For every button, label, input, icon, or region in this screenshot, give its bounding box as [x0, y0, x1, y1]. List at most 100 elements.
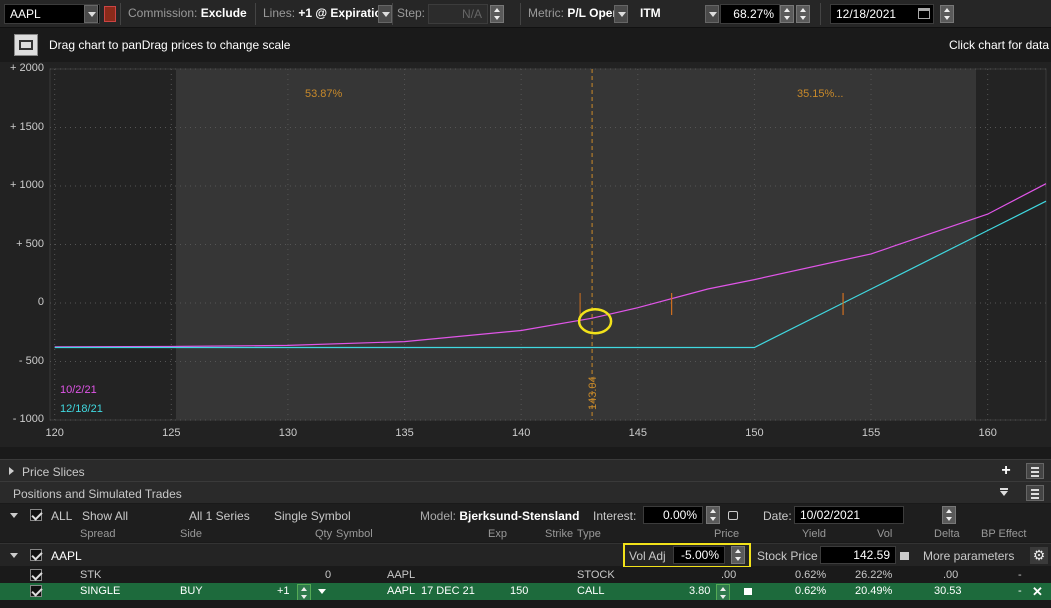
cell-side[interactable]: BUY — [180, 585, 203, 597]
current-price-label: 143.04 — [587, 376, 599, 410]
itm-dropdown-icon[interactable] — [705, 5, 719, 23]
table-row[interactable]: STK 0 AAPL STOCK .00 0.62% 26.22% .00 - — [0, 567, 1051, 583]
step-value: N/A — [461, 7, 482, 21]
unlock-icon[interactable] — [728, 511, 738, 520]
cell-price[interactable]: .00 — [721, 569, 736, 581]
row-checkbox[interactable] — [30, 569, 42, 581]
group-checkbox[interactable] — [30, 549, 42, 561]
col-bp-effect[interactable]: BP Effect — [981, 528, 1026, 540]
cell-price[interactable]: 3.80 — [689, 585, 710, 597]
add-icon[interactable]: + — [998, 463, 1014, 479]
x-tick-label: 145 — [628, 427, 647, 439]
step-field[interactable]: N/A — [428, 4, 488, 24]
commission-control[interactable]: Commission: Exclude — [128, 6, 247, 20]
interest-spinner-icon[interactable] — [706, 506, 720, 524]
group-symbol: AAPL — [51, 549, 82, 563]
cell-exp[interactable]: 17 DEC 21 — [421, 585, 475, 597]
toolbar: AAPL Commission: Exclude Lines: +1 @ Exp… — [0, 0, 1051, 28]
col-exp[interactable]: Exp — [488, 528, 507, 540]
qty-dropdown-icon[interactable] — [318, 589, 326, 594]
lock-icon[interactable] — [744, 588, 752, 595]
step-spinner-icon[interactable] — [490, 5, 504, 23]
gear-icon[interactable]: ⚙ — [1030, 547, 1048, 564]
x-tick-label: 140 — [511, 427, 531, 439]
panel-menu-icon[interactable] — [1026, 485, 1044, 501]
risk-profile-chart[interactable]: 53.87% 35.15%... 143.04 10/2/21 12/18/21 — [0, 62, 1051, 447]
x-tick-label: 135 — [395, 427, 414, 439]
model-control[interactable]: Model: Bjerksund-Stensland — [420, 509, 579, 523]
itm-up-icon[interactable] — [780, 5, 794, 23]
collapse-all-icon[interactable] — [10, 513, 18, 518]
date-spinner-icon[interactable] — [940, 5, 954, 23]
y-tick-label: - 1000 — [12, 413, 44, 425]
series-filter[interactable]: All 1 Series — [189, 509, 250, 523]
x-tick-label: 160 — [978, 427, 997, 439]
itm-value: 68.27% — [733, 7, 774, 21]
col-yield[interactable]: Yield — [802, 528, 826, 540]
metric-control[interactable]: Metric: P/L Open — [528, 6, 620, 20]
menu-icon[interactable] — [1026, 463, 1044, 479]
sim-date-value: 10/02/2021 — [800, 508, 861, 522]
positions-label: Positions and Simulated Trades — [13, 487, 182, 501]
x-tick-label: 150 — [745, 427, 764, 439]
cell-bp-effect: - — [1018, 585, 1022, 597]
cell-qty[interactable]: 0 — [325, 569, 331, 581]
divider — [820, 3, 821, 25]
interest-label: Interest: — [593, 509, 637, 523]
close-icon[interactable]: ✕ — [1032, 584, 1043, 600]
probability-right-label: 35.15%... — [797, 88, 843, 100]
interest-field[interactable]: 0.00% — [643, 506, 703, 524]
cell-spread: STK — [80, 569, 102, 581]
cell-strike[interactable]: 150 — [510, 585, 528, 597]
stock-price-value: 142.59 — [853, 548, 890, 562]
itm-field[interactable]: 68.27% — [720, 4, 780, 24]
col-spread[interactable]: Spread — [80, 528, 115, 540]
col-symbol[interactable]: Symbol — [336, 528, 373, 540]
col-delta[interactable]: Delta — [934, 528, 960, 540]
sim-date-field[interactable]: 10/02/2021 — [794, 506, 904, 524]
stock-price-label: Stock Price — [757, 549, 818, 563]
more-parameters-button[interactable]: More parameters — [923, 549, 1014, 563]
date-label: Date: — [763, 509, 792, 523]
expand-icon[interactable] — [9, 467, 14, 475]
vol-adj-field[interactable]: -5.00% — [673, 546, 725, 564]
stock-price-field[interactable]: 142.59 — [820, 546, 896, 564]
col-side[interactable]: Side — [180, 528, 202, 540]
itm-down-icon[interactable] — [796, 5, 810, 23]
positions-header: Positions and Simulated Trades — [0, 481, 1051, 503]
col-price[interactable]: Price — [714, 528, 739, 540]
calendar-icon[interactable] — [918, 8, 930, 19]
col-vol[interactable]: Vol — [877, 528, 892, 540]
col-strike[interactable]: Strike — [545, 528, 573, 540]
select-all-checkbox[interactable] — [30, 509, 42, 521]
lock-icon[interactable] — [900, 552, 909, 560]
show-all-filter[interactable]: Show All — [82, 509, 128, 523]
lines-dropdown-icon[interactable] — [378, 5, 392, 23]
symbol-dropdown-icon[interactable] — [84, 5, 98, 23]
lines-control[interactable]: Lines: +1 @ Expiration — [263, 6, 389, 20]
group-collapse-icon[interactable] — [10, 553, 18, 558]
lines-label: Lines: — [263, 6, 296, 20]
symbol-filter[interactable]: Single Symbol — [274, 509, 351, 523]
collapse-icon[interactable] — [998, 487, 1012, 499]
metric-dropdown-icon[interactable] — [614, 5, 628, 23]
link-icon[interactable] — [104, 6, 116, 22]
vol-adj-spinner-icon[interactable] — [731, 546, 745, 564]
col-type[interactable]: Type — [577, 528, 601, 540]
chart-area[interactable]: 53.87% 35.15%... 143.04 10/2/21 12/18/21 + 2… — [0, 62, 1051, 447]
cell-spread: SINGLE — [80, 585, 121, 597]
divider — [255, 3, 256, 25]
cell-type[interactable]: CALL — [577, 585, 605, 597]
step-label: Step: — [397, 6, 426, 20]
sim-date-spinner-icon[interactable] — [942, 506, 956, 524]
col-qty[interactable]: Qty — [315, 528, 332, 540]
table-row[interactable]: SINGLE BUY +1 AAPL 17 DEC 21 150 CALL 3.… — [0, 583, 1051, 602]
cell-vol: 20.49% — [855, 585, 893, 597]
y-tick-label: 0 — [37, 296, 44, 308]
row-checkbox[interactable] — [30, 585, 42, 597]
vol-adj-label: Vol Adj — [629, 549, 666, 563]
cell-qty[interactable]: +1 — [277, 585, 290, 597]
y-tick-label: - 500 — [18, 354, 44, 367]
chart-settings-icon[interactable] — [14, 34, 38, 56]
price-slices-header[interactable]: Price Slices + — [0, 459, 1051, 481]
